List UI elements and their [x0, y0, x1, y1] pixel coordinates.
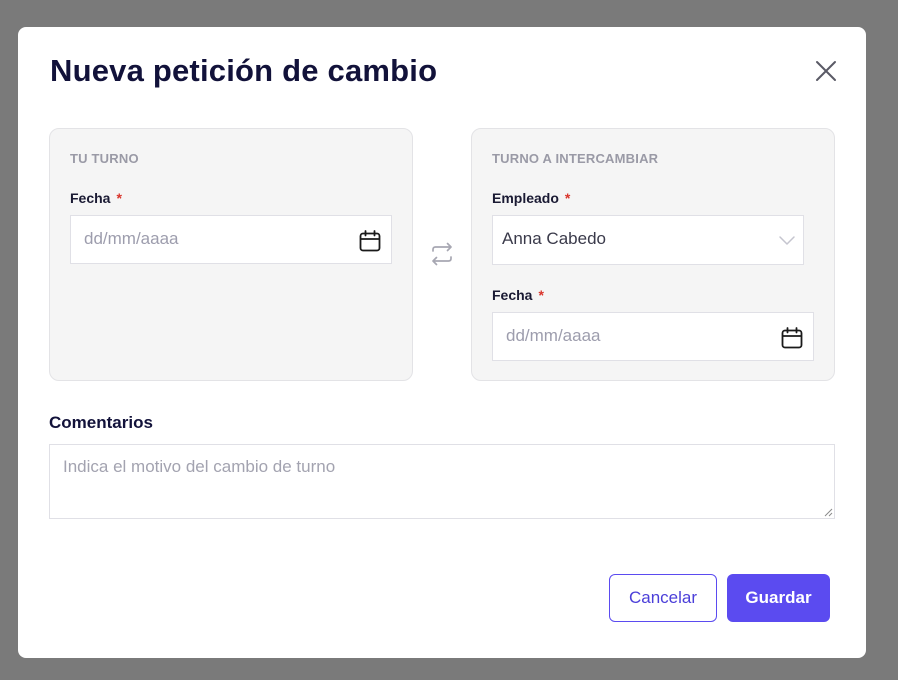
resize-handle-icon[interactable]	[824, 508, 833, 517]
required-mark: *	[538, 287, 544, 303]
swap-shift-heading: TURNO A INTERCAMBIAR	[492, 151, 659, 166]
employee-label: Empleado *	[492, 190, 570, 206]
my-shift-heading: TU TURNO	[70, 151, 139, 166]
swap-arrows-icon	[432, 242, 452, 266]
my-shift-date-placeholder: dd/mm/aaaa	[84, 229, 179, 248]
employee-select-value: Anna Cabedo	[502, 229, 606, 248]
calendar-icon[interactable]	[780, 326, 804, 350]
close-icon	[816, 61, 836, 81]
employee-select[interactable]: Anna Cabedo	[492, 215, 804, 265]
calendar-icon[interactable]	[358, 229, 382, 253]
comments-placeholder: Indica el motivo del cambio de turno	[63, 457, 336, 476]
modal-title: Nueva petición de cambio	[50, 53, 438, 88]
comments-label: Comentarios	[49, 413, 153, 432]
my-shift-panel: TU TURNO Fecha * dd/mm/aaaa	[49, 128, 413, 381]
my-shift-date-input[interactable]: dd/mm/aaaa	[70, 215, 392, 264]
my-shift-date-label: Fecha *	[70, 190, 122, 206]
swap-date-label: Fecha *	[492, 287, 544, 303]
swap-date-label-text: Fecha	[492, 287, 533, 303]
comments-textarea[interactable]: Indica el motivo del cambio de turno	[49, 444, 835, 519]
save-button[interactable]: Guardar	[727, 574, 830, 622]
employee-label-text: Empleado	[492, 190, 559, 206]
chevron-down-icon	[779, 236, 795, 245]
swap-date-placeholder: dd/mm/aaaa	[506, 326, 601, 345]
swap-shift-panel: TURNO A INTERCAMBIAR Empleado * Anna Cabe…	[471, 128, 835, 381]
required-mark: *	[564, 190, 571, 206]
swap-date-input[interactable]: dd/mm/aaaa	[492, 312, 814, 361]
my-shift-date-label-text: Fecha	[70, 190, 111, 206]
required-mark: *	[116, 190, 122, 206]
change-request-modal: Nueva petición de cambio TU TURNO Fecha *…	[18, 27, 866, 658]
cancel-button[interactable]: Cancelar	[609, 574, 717, 622]
close-button[interactable]	[811, 56, 841, 86]
